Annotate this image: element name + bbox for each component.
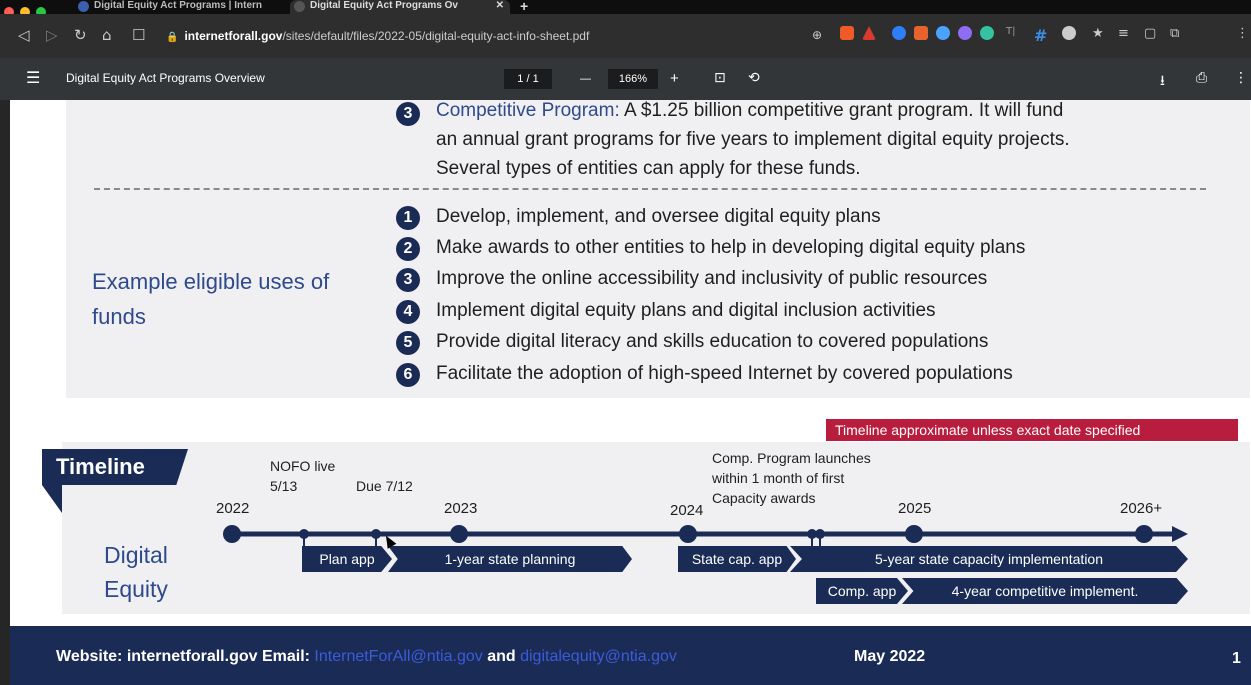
extension-icon[interactable]: T|	[1006, 26, 1020, 40]
home-icon[interactable]: ⌂	[102, 26, 112, 44]
footer-and: and	[482, 648, 521, 665]
zoom-in-button[interactable]: +	[670, 69, 679, 89]
browser-tab-2-active[interactable]: Digital Equity Act Programs Ov ✕	[290, 0, 510, 14]
phase-state-cap-app: State cap. app	[678, 546, 796, 572]
extensions-puzzle-icon[interactable]: ★	[1092, 26, 1104, 41]
pdf-page: 3 Competitive Program: A $1.25 billion c…	[10, 100, 1251, 685]
phase-capacity-implementation: 5-year state capacity implementation	[790, 546, 1188, 572]
download-icon[interactable]: ⭳	[1160, 70, 1165, 94]
year-marker-2022	[223, 525, 241, 543]
sidebar-icon[interactable]: ▢	[1144, 26, 1156, 41]
lock-icon: 🔒	[166, 32, 179, 43]
close-tab-icon[interactable]: ✕	[496, 0, 504, 12]
browser-tab-1[interactable]: Digital Equity Act Programs | Intern	[74, 0, 284, 14]
fit-page-icon[interactable]: ⊡	[714, 70, 726, 86]
new-tab-icon[interactable]: +	[520, 0, 528, 14]
url-host: internetforall.gov	[184, 29, 283, 43]
back-icon[interactable]: ◁	[18, 26, 30, 44]
timeline-arrowhead	[1172, 526, 1188, 542]
phase-competitive-implementation: 4-year competitive implement.	[902, 578, 1188, 604]
browser-menu-icon[interactable]: ⋮	[1236, 26, 1249, 41]
wallet-icon[interactable]: ⧉	[1170, 26, 1179, 41]
address-bar[interactable]: 🔒 internetforall.gov/sites/default/files/…	[166, 22, 808, 50]
pdf-viewer-toolbar: ☰ Digital Equity Act Programs Overview 1…	[0, 58, 1251, 100]
year-marker-2026	[1135, 525, 1153, 543]
brave-shield-icon[interactable]	[840, 26, 854, 40]
extension-icon[interactable]	[1062, 26, 1076, 40]
footer-page-number: 1	[1232, 650, 1241, 667]
print-icon[interactable]: ⎙	[1196, 70, 1207, 86]
email-link-internetforall[interactable]: InternetForAll@ntia.gov	[314, 648, 482, 665]
footer-contact: Website: internetforall.gov Email: Inter…	[56, 648, 677, 666]
row-label-line-1: Digital	[104, 542, 168, 568]
tab-favicon-icon	[78, 1, 89, 12]
footer-date: May 2022	[854, 648, 926, 665]
page-number-field[interactable]: 1 / 1	[504, 69, 552, 89]
brave-rewards-icon[interactable]	[862, 26, 876, 40]
pdf-more-options-icon[interactable]: ⋮	[1234, 70, 1248, 86]
extension-icon[interactable]	[958, 26, 972, 40]
row-label-line-2: Equity	[104, 576, 168, 602]
year-marker-2023	[450, 525, 468, 543]
pdf-document-title: Digital Equity Act Programs Overview	[66, 71, 265, 85]
phase-plan-app: Plan app	[302, 546, 392, 572]
year-marker-2024	[679, 525, 697, 543]
extension-icon[interactable]	[914, 26, 928, 40]
rotate-icon[interactable]: ⟲	[748, 70, 760, 86]
url-path: /sites/default/files/2022-05/digital-equ…	[282, 29, 590, 43]
extension-icon[interactable]: #	[1034, 26, 1048, 45]
phase-state-planning: 1-year state planning	[388, 546, 632, 572]
reload-icon[interactable]: ↻	[74, 26, 87, 44]
zoom-level-field[interactable]: 166%	[608, 69, 658, 89]
digital-equity-row-label: Digital Equity	[104, 538, 168, 606]
reading-list-icon[interactable]: ≡	[1118, 26, 1129, 41]
page-footer: Website: internetforall.gov Email: Inter…	[10, 626, 1251, 685]
tab-title: Digital Equity Act Programs Ov	[310, 0, 458, 11]
forward-icon[interactable]: ▷	[46, 26, 58, 44]
phase-comp-app: Comp. app	[816, 578, 908, 604]
year-marker-2025	[905, 525, 923, 543]
bookmark-icon[interactable]: ☐	[132, 26, 145, 44]
tab-title: Digital Equity Act Programs | Intern	[94, 0, 263, 11]
extension-icon[interactable]	[892, 26, 906, 40]
browser-toolbar: ◁ ▷ ↻ ⌂ ☐ 🔒 internetforall.gov/sites/defa…	[0, 14, 1251, 58]
extension-icon[interactable]	[936, 26, 950, 40]
zoom-out-button[interactable]: —	[580, 69, 591, 89]
pdf-menu-icon[interactable]: ☰	[26, 68, 40, 87]
tab-favicon-icon	[294, 1, 305, 12]
footer-prefix: Website: internetforall.gov Email:	[56, 648, 315, 665]
zoom-indicator-icon[interactable]: ⊕	[812, 28, 822, 42]
browser-tab-strip: Digital Equity Act Programs | Intern Dig…	[0, 0, 1251, 17]
extension-icon[interactable]	[980, 26, 994, 40]
email-link-digitalequity[interactable]: digitalequity@ntia.gov	[520, 648, 677, 665]
